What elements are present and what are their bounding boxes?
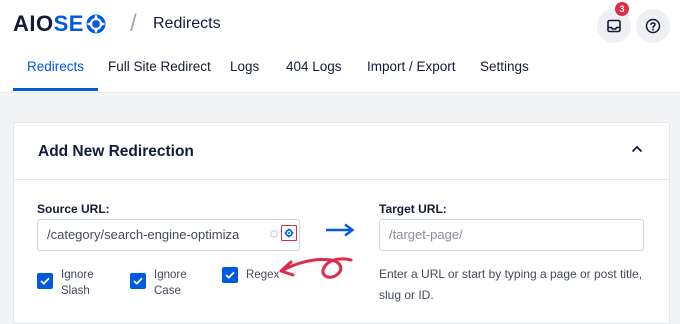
annotation-arrow-icon (279, 257, 353, 279)
regex-gear-icon (284, 228, 294, 238)
help-button[interactable] (636, 9, 670, 43)
ignore-case-checkbox[interactable] (130, 273, 146, 289)
card-header[interactable]: Add New Redirection (14, 123, 669, 180)
check-icon (225, 271, 235, 279)
notification-count-badge: 3 (615, 2, 629, 16)
tab-logs[interactable]: Logs (230, 59, 259, 91)
help-icon (645, 18, 661, 34)
ignore-case-label-line1: Ignore (154, 269, 187, 281)
ignore-case-label-line2: Case (154, 285, 181, 297)
ignore-slash-label-line1: Ignore (61, 269, 94, 281)
tab-import-export[interactable]: Import / Export (367, 59, 456, 91)
top-bar: AIO SE / Redirects 3 (0, 0, 680, 53)
regex-checkbox[interactable] (222, 267, 238, 283)
check-icon (40, 277, 50, 285)
gear-logo-icon (86, 14, 106, 34)
check-icon (133, 277, 143, 285)
title-separator: / (130, 10, 137, 37)
source-url-label: Source URL: (37, 202, 110, 216)
tab-full-site-redirect[interactable]: Full Site Redirect (108, 59, 211, 91)
inbox-icon (607, 19, 621, 33)
arrow-right-icon (326, 223, 355, 237)
source-url-input[interactable]: /category/search-engine-optimiza (37, 219, 300, 251)
logo-text-se: SE (53, 11, 84, 36)
page-title: Redirects (153, 15, 221, 32)
ignore-slash-checkbox[interactable] (37, 273, 53, 289)
tab-404-logs[interactable]: 404 Logs (286, 59, 342, 91)
status-circle-icon (270, 230, 278, 238)
card-title: Add New Redirection (38, 143, 194, 160)
target-url-input[interactable]: /target-page/ (379, 219, 644, 251)
regex-settings-button[interactable] (281, 225, 297, 241)
logo-text-aio: AIO (13, 11, 54, 36)
aioseo-logo[interactable]: AIO SE (13, 11, 107, 37)
chevron-up-icon[interactable] (631, 145, 643, 153)
ignore-slash-label-line2: Slash (61, 285, 90, 297)
target-url-label: Target URL: (379, 202, 447, 216)
target-url-help-text: Enter a URL or start by typing a page or… (379, 267, 643, 302)
tab-settings[interactable]: Settings (480, 59, 529, 91)
tab-redirects[interactable]: Redirects (13, 59, 99, 91)
tab-bar: Redirects Full Site Redirect Logs 404 Lo… (0, 52, 680, 93)
